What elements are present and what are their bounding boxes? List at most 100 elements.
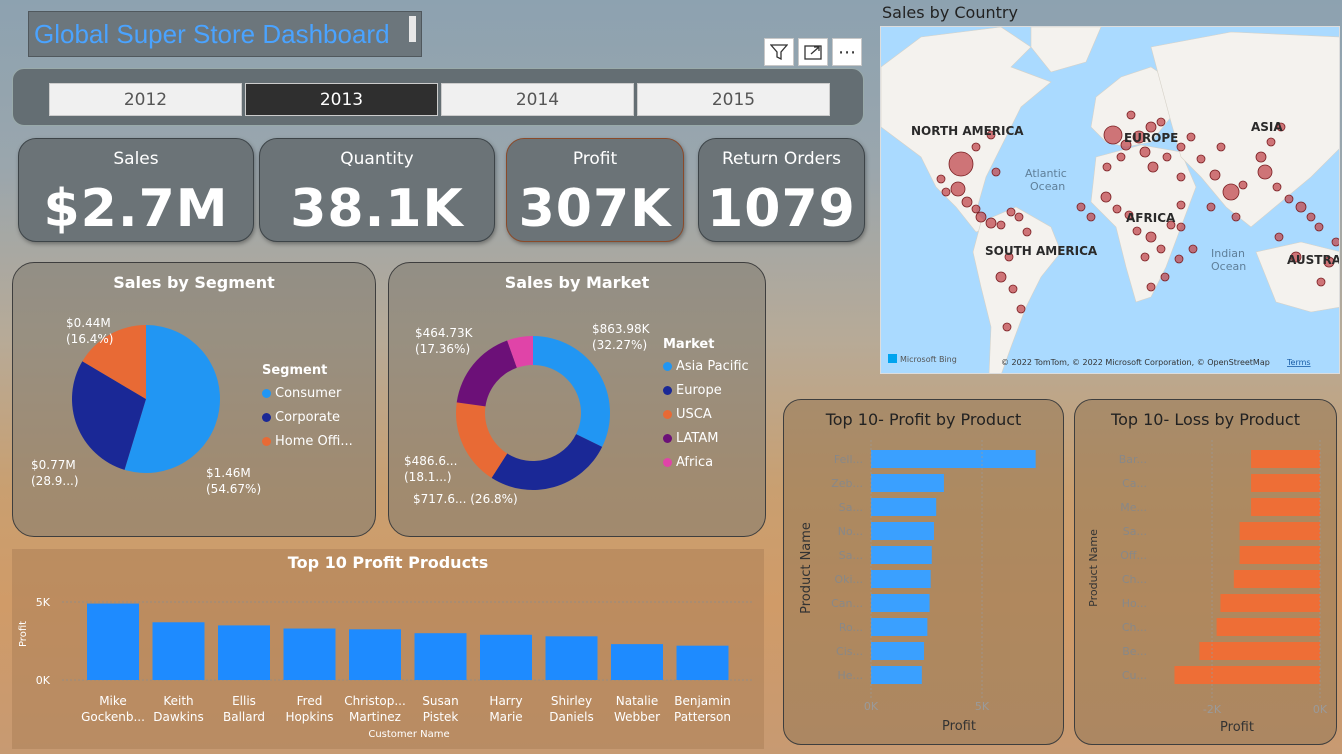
country-bubble[interactable] [1102,162,1112,172]
country-bubble[interactable] [1160,272,1170,282]
profit-by-product-bars[interactable]: Fell... Zeb... Sa... No... Sa... Oki... Can...… [799,440,1036,734]
bar[interactable] [871,570,931,588]
country-bubble[interactable] [1016,304,1026,314]
bar[interactable] [283,628,336,680]
country-bubble[interactable] [1132,226,1142,236]
country-bubble[interactable] [1103,125,1123,145]
bar[interactable] [1233,570,1320,588]
country-bubble[interactable] [1206,202,1216,212]
country-bubble[interactable] [1231,212,1241,222]
country-bubble[interactable] [1145,231,1157,243]
country-bubble[interactable] [1306,212,1316,222]
country-bubble[interactable] [1014,212,1024,222]
segment-pie[interactable] [71,325,220,473]
country-bubble[interactable] [1284,194,1294,204]
legend-item-africa[interactable]: Africa [663,455,749,470]
bar[interactable] [480,634,532,680]
country-bubble[interactable] [1076,202,1086,212]
slice-europe[interactable] [491,434,603,490]
country-bubble[interactable] [995,271,1007,283]
bar[interactable] [545,636,598,680]
country-bubble[interactable] [1156,244,1166,254]
country-bubble[interactable] [1140,252,1150,262]
market-donut[interactable] [456,336,610,490]
country-bubble[interactable] [1176,172,1186,182]
country-bubble[interactable] [971,204,981,214]
bar[interactable] [676,645,729,680]
bar[interactable] [1220,594,1320,612]
country-bubble[interactable] [1126,110,1136,120]
slicer-year-2013[interactable]: 2013 [245,83,438,116]
bar[interactable] [1216,618,1320,636]
country-bubble[interactable] [1274,232,1284,242]
country-bubble[interactable] [971,142,981,152]
country-bubble[interactable] [1255,151,1267,163]
country-bubble[interactable] [936,174,946,184]
country-bubble[interactable] [950,181,966,197]
legend-item-home-office[interactable]: Home Offi... [262,434,353,449]
country-bubble[interactable] [1139,146,1151,158]
country-bubble[interactable] [991,167,1001,177]
country-bubble[interactable] [1174,254,1184,264]
bar[interactable] [871,474,944,492]
map-terms-link[interactable]: Terms [1286,358,1311,367]
legend-item-usca[interactable]: USCA [663,407,749,422]
slicer-year-2014[interactable]: 2014 [441,83,634,116]
filter-button[interactable] [764,38,794,66]
legend-item-asia-pacific[interactable]: Asia Pacific [663,359,749,374]
dashboard-title-box[interactable]: Global Super Store Dashboard [28,11,422,57]
country-bubble[interactable] [1186,132,1196,142]
country-bubble[interactable] [1216,142,1226,152]
bar[interactable] [414,633,467,680]
legend-item-latam[interactable]: LATAM [663,431,749,446]
focus-mode-button[interactable] [798,38,828,66]
bar[interactable] [871,498,937,516]
loss-by-product-bars[interactable]: Bar... Ca... Me... Sa... Off... Ch... Ho... Ch.… [1087,440,1328,735]
bar[interactable] [1199,642,1320,660]
profit-products-bars[interactable]: 0K 5K Mike Gockenb... Keith Dawkins Ellis Balla… [18,596,754,740]
bar[interactable] [871,618,928,636]
country-bubble[interactable] [1086,212,1096,222]
bar[interactable] [871,546,932,564]
country-bubble[interactable] [975,211,987,223]
country-bubble[interactable] [1295,201,1307,213]
country-bubble[interactable] [1316,277,1326,287]
country-bubble[interactable] [1100,191,1112,203]
country-bubble[interactable] [1176,222,1186,232]
country-bubble[interactable] [1176,200,1186,210]
legend-item-consumer[interactable]: Consumer [262,386,353,401]
country-bubble[interactable] [961,196,973,208]
country-bubble[interactable] [1022,227,1032,237]
bar[interactable] [611,644,663,680]
country-bubble[interactable] [1156,117,1166,127]
bar[interactable] [871,642,925,660]
country-bubble[interactable] [948,151,974,177]
country-bubble[interactable] [1314,222,1324,232]
country-bubble[interactable] [1209,169,1221,181]
bar[interactable] [349,629,401,680]
country-bubble[interactable] [1196,154,1206,164]
bar[interactable] [87,603,139,680]
bar[interactable] [1251,474,1320,492]
slicer-year-2012[interactable]: 2012 [49,83,242,116]
slicer-year-2015[interactable]: 2015 [637,83,830,116]
bar[interactable] [152,622,205,680]
country-bubble[interactable] [1331,237,1340,247]
country-bubble[interactable] [1266,137,1276,147]
bar[interactable] [218,625,270,680]
country-bubble[interactable] [1146,282,1156,292]
country-bubble[interactable] [996,220,1006,230]
country-bubble[interactable] [985,217,997,229]
country-bubble[interactable] [1008,284,1018,294]
bar[interactable] [871,594,930,612]
bar[interactable] [1251,450,1320,468]
country-bubble[interactable] [1257,164,1273,180]
country-bubble[interactable] [1238,180,1248,190]
country-bubble[interactable] [1147,161,1159,173]
country-bubble[interactable] [941,187,951,197]
legend-item-corporate[interactable]: Corporate [262,410,353,425]
bar[interactable] [1174,666,1320,684]
country-bubble[interactable] [1188,244,1198,254]
country-bubble[interactable] [1116,152,1126,162]
bar[interactable] [871,450,1036,468]
